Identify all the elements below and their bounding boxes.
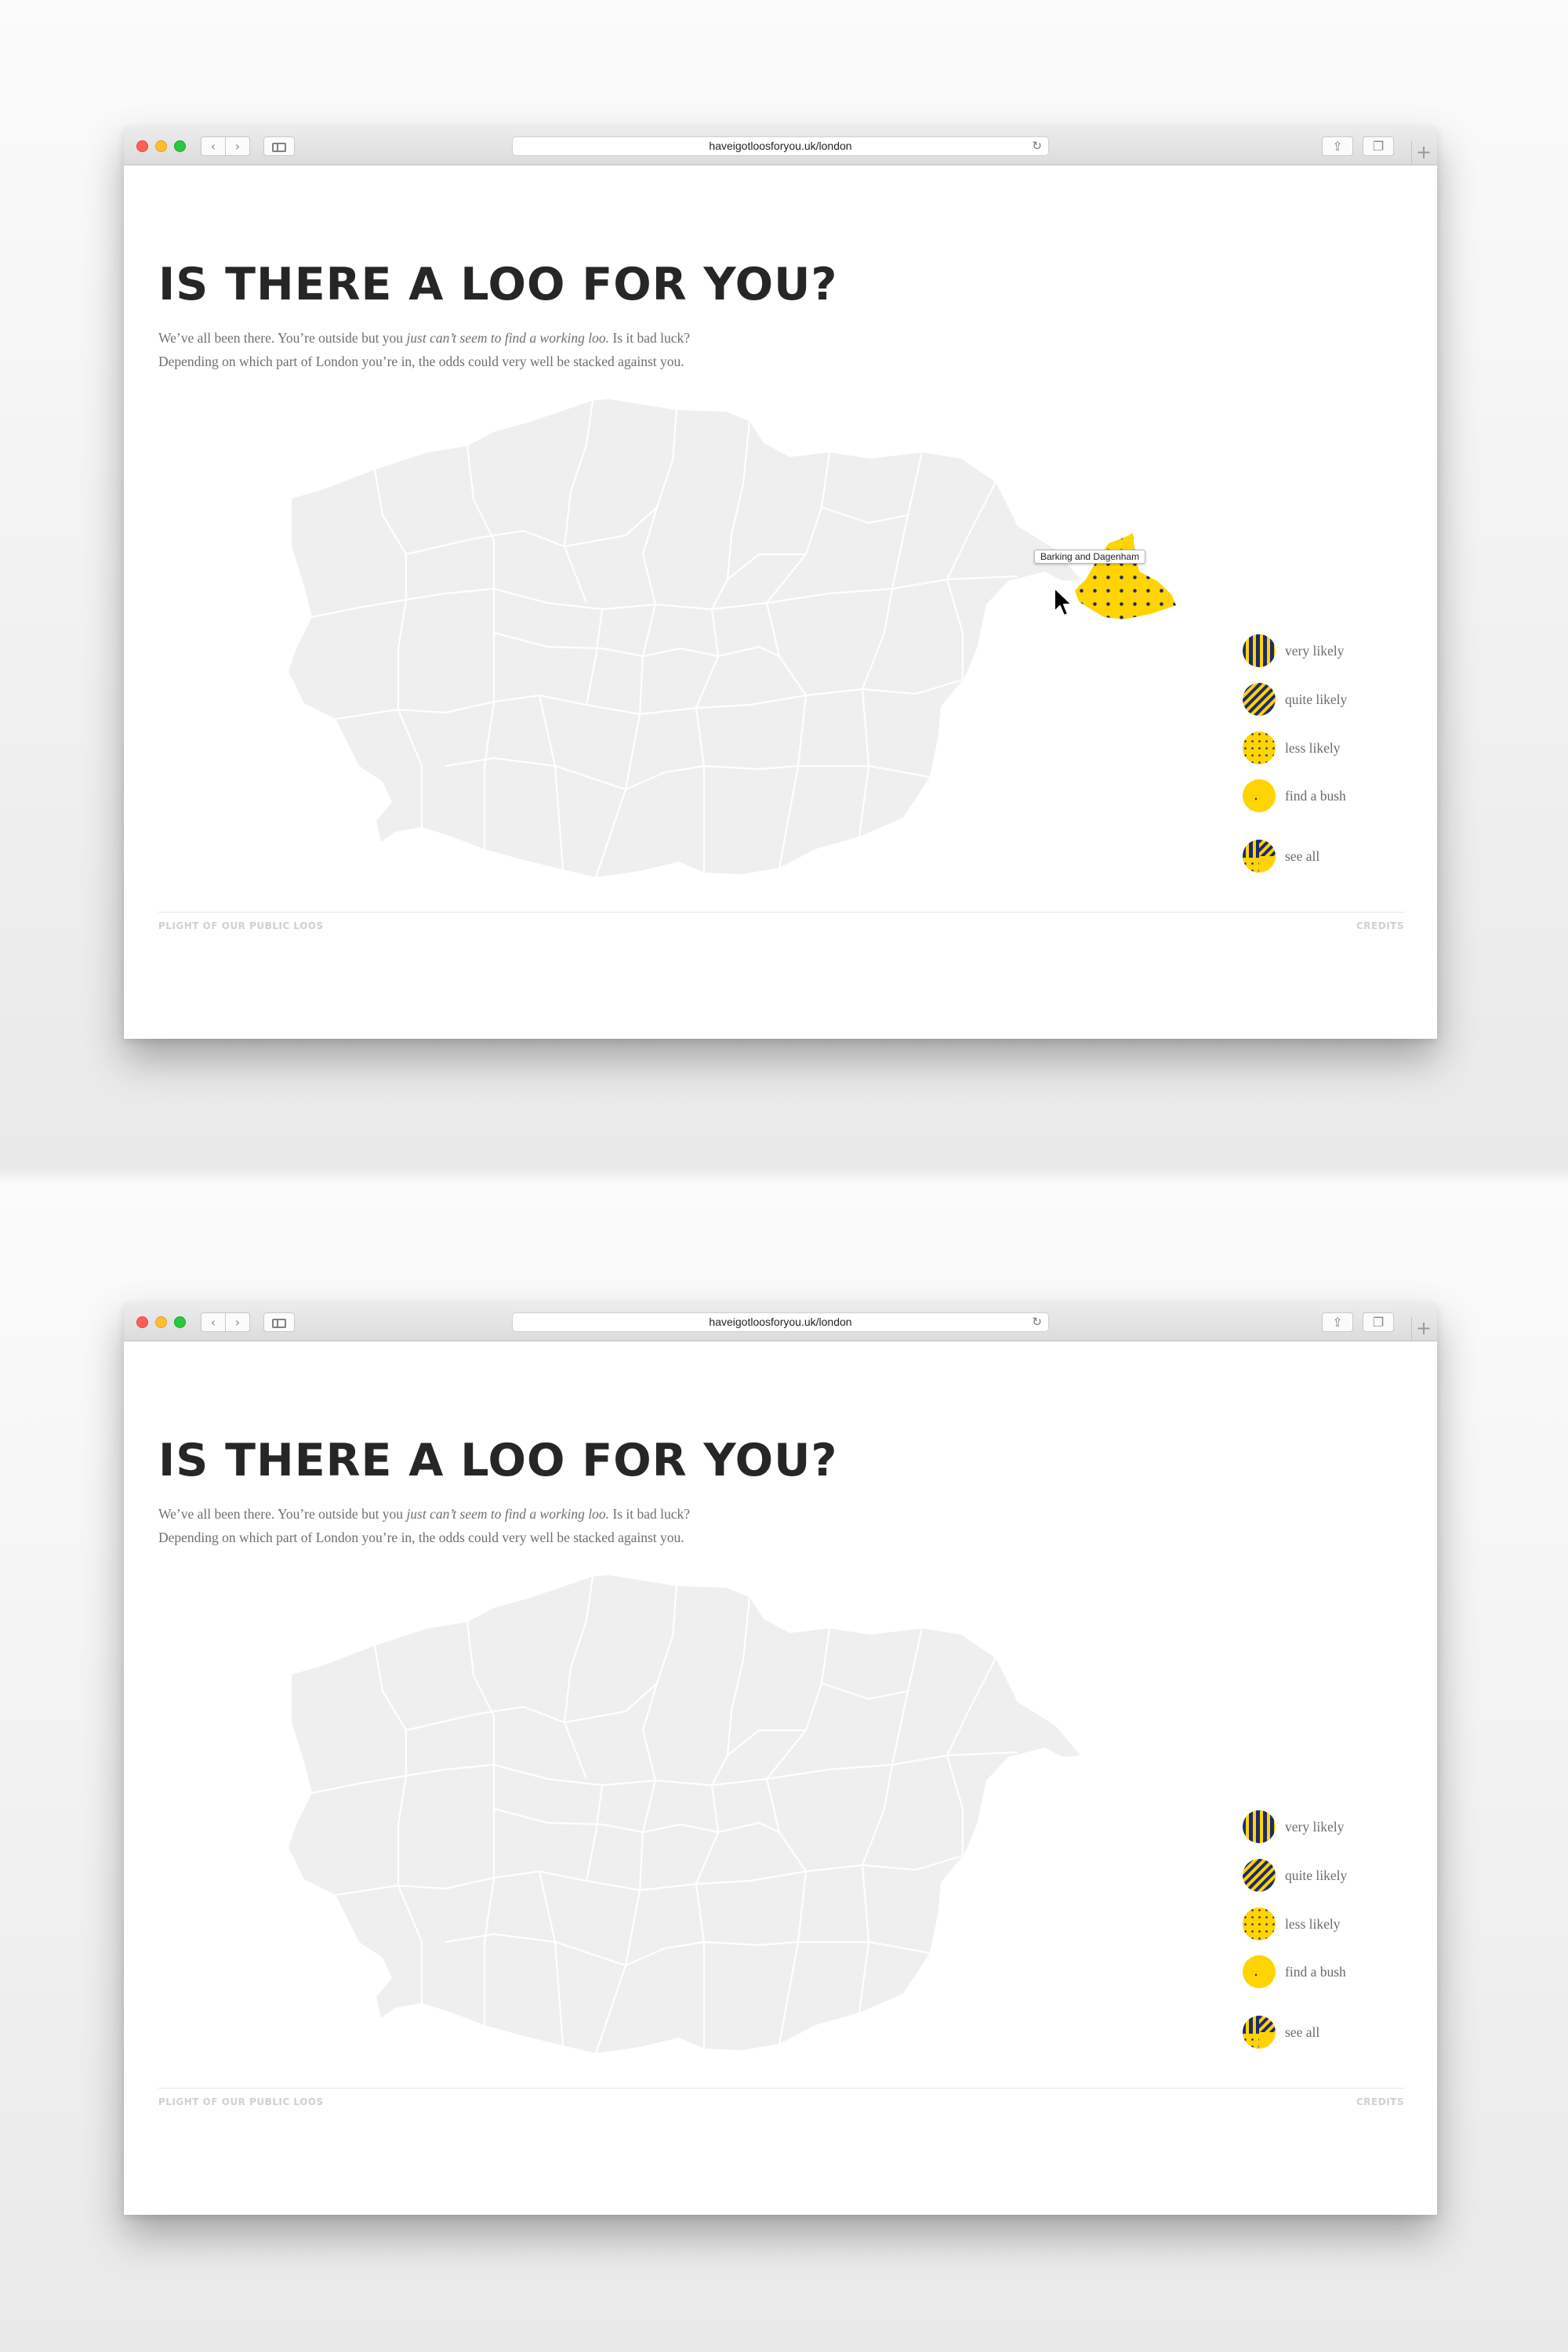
legend-label: less likely [1285, 739, 1341, 756]
intro-line2: Depending on which part of London you’re… [158, 1530, 684, 1545]
zoom-window-button[interactable] [174, 1316, 186, 1328]
sidebar-icon [272, 1319, 286, 1328]
tabs-icon: ❐ [1372, 139, 1385, 154]
legend-label: find a bush [1285, 1963, 1346, 1980]
legend-label: find a bush [1285, 787, 1346, 804]
new-tab-button[interactable]: + [1411, 141, 1436, 165]
footer-link-plight[interactable]: PLIGHT OF OUR PUBLIC LOOS [158, 2096, 324, 2107]
legend-label: quite likely [1285, 691, 1348, 707]
back-button[interactable]: ‹ [201, 136, 226, 156]
chevron-right-icon: › [234, 139, 241, 154]
legend-item-quite-likely[interactable]: quite likely [1242, 682, 1347, 717]
intro-line1-end: Is it bad luck? [609, 330, 691, 346]
legend-label: quite likely [1285, 1867, 1348, 1883]
region-tooltip: Barking and Dagenham [1034, 550, 1146, 564]
minimize-window-button[interactable] [155, 140, 167, 152]
chevron-right-icon: › [234, 1315, 241, 1330]
legend-item-less-likely[interactable]: less likely [1242, 1907, 1340, 1941]
legend-item-quite-likely[interactable]: quite likely [1242, 1858, 1347, 1893]
url-text: haveigotloosforyou.uk/london [709, 1316, 852, 1328]
vertical-stripes-swatch-icon [1243, 634, 1276, 667]
legend-item-find-a-bush[interactable]: find a bush [1242, 1955, 1346, 1989]
legend-item-less-likely[interactable]: less likely [1242, 731, 1340, 765]
plain-yellow-swatch-icon [1243, 1955, 1276, 1988]
tabs-icon: ❐ [1372, 1315, 1385, 1330]
london-outline[interactable] [289, 1575, 1080, 2053]
reload-icon[interactable]: ↻ [1032, 1315, 1042, 1329]
footer-link-plight[interactable]: PLIGHT OF OUR PUBLIC LOOS [158, 920, 324, 931]
share-button[interactable]: ⇪ [1322, 136, 1353, 156]
intro-emphasis: just can’t seem to find a working loo. [406, 1506, 610, 1522]
legend-label: see all [1285, 2024, 1320, 2040]
legend-item-very-likely[interactable]: very likely [1242, 1809, 1344, 1844]
intro-line1-start: We’ve all been there. You’re outside but… [158, 1506, 407, 1522]
zoom-window-button[interactable] [174, 140, 186, 152]
legend-item-see-all[interactable]: see all [1242, 839, 1319, 873]
footer-divider [158, 912, 1405, 913]
legend-label: very likely [1285, 1818, 1345, 1835]
sidebar-toggle-button[interactable] [263, 136, 295, 156]
plain-yellow-swatch-icon [1243, 779, 1276, 812]
legend-item-see-all[interactable]: see all [1242, 2015, 1319, 2049]
chevron-left-icon: ‹ [210, 1315, 216, 1330]
forward-button[interactable]: › [225, 1312, 250, 1332]
reload-icon[interactable]: ↻ [1032, 139, 1042, 153]
intro-text: We’ve all been there. You’re outside but… [158, 326, 864, 373]
vertical-stripes-swatch-icon [1243, 1810, 1276, 1843]
footer-link-credits[interactable]: CREDITS [1356, 920, 1404, 931]
url-text: haveigotloosforyou.uk/london [709, 140, 852, 152]
legend-item-find-a-bush[interactable]: find a bush [1242, 779, 1346, 813]
legend-label: very likely [1285, 642, 1345, 659]
show-tabs-button[interactable]: ❐ [1363, 136, 1394, 156]
address-bar[interactable]: haveigotloosforyou.uk/london ↻ [512, 1312, 1049, 1332]
page-title: IS THERE A LOO FOR YOU? [158, 259, 838, 310]
share-icon: ⇪ [1332, 1315, 1343, 1330]
legend-label: see all [1285, 848, 1320, 864]
chevron-left-icon: ‹ [210, 139, 216, 154]
close-window-button[interactable] [136, 140, 148, 152]
diagonal-stripes-swatch-icon [1243, 683, 1276, 716]
intro-line1-start: We’ve all been there. You’re outside but… [158, 330, 407, 346]
legend-label: less likely [1285, 1915, 1341, 1932]
barking-and-dagenham-region-highlight[interactable] [1075, 533, 1176, 619]
back-button[interactable]: ‹ [201, 1312, 226, 1332]
browser-toolbar: ‹ › haveigotloosforyou.uk/london ↻ ⇪ ❐ + [124, 127, 1437, 165]
footer-divider [158, 2088, 1405, 2089]
share-icon: ⇪ [1332, 139, 1343, 154]
intro-line1-end: Is it bad luck? [609, 1506, 691, 1522]
intro-line2: Depending on which part of London you’re… [158, 354, 684, 369]
intro-text: We’ve all been there. You’re outside but… [158, 1502, 864, 1549]
diagonal-stripes-swatch-icon [1243, 1859, 1276, 1892]
sidebar-icon [272, 143, 286, 152]
dots-swatch-icon [1243, 1907, 1276, 1940]
address-bar[interactable]: haveigotloosforyou.uk/london ↻ [512, 136, 1049, 156]
sidebar-toggle-button[interactable] [263, 1312, 295, 1332]
footer-link-credits[interactable]: CREDITS [1356, 2096, 1404, 2107]
mouse-pointer-icon [1054, 587, 1073, 616]
browser-window-hover-state: ‹ › haveigotloosforyou.uk/london ↻ ⇪ ❐ +… [124, 127, 1437, 1039]
new-tab-button[interactable]: + [1411, 1317, 1436, 1341]
browser-window-default-state: ‹ › haveigotloosforyou.uk/london ↻ ⇪ ❐ +… [124, 1303, 1437, 2215]
minimize-window-button[interactable] [155, 1316, 167, 1328]
close-window-button[interactable] [136, 1316, 148, 1328]
london-outline[interactable] [289, 399, 1080, 877]
forward-button[interactable]: › [225, 136, 250, 156]
dots-swatch-icon [1243, 731, 1276, 764]
intro-emphasis: just can’t seem to find a working loo. [406, 330, 610, 346]
page-title: IS THERE A LOO FOR YOU? [158, 1435, 838, 1486]
show-tabs-button[interactable]: ❐ [1363, 1312, 1394, 1332]
legend-item-very-likely[interactable]: very likely [1242, 633, 1344, 668]
mixed-pattern-swatch-icon [1243, 2016, 1276, 2049]
browser-toolbar: ‹ › haveigotloosforyou.uk/london ↻ ⇪ ❐ + [124, 1303, 1437, 1341]
share-button[interactable]: ⇪ [1322, 1312, 1353, 1332]
mixed-pattern-swatch-icon [1243, 840, 1276, 873]
